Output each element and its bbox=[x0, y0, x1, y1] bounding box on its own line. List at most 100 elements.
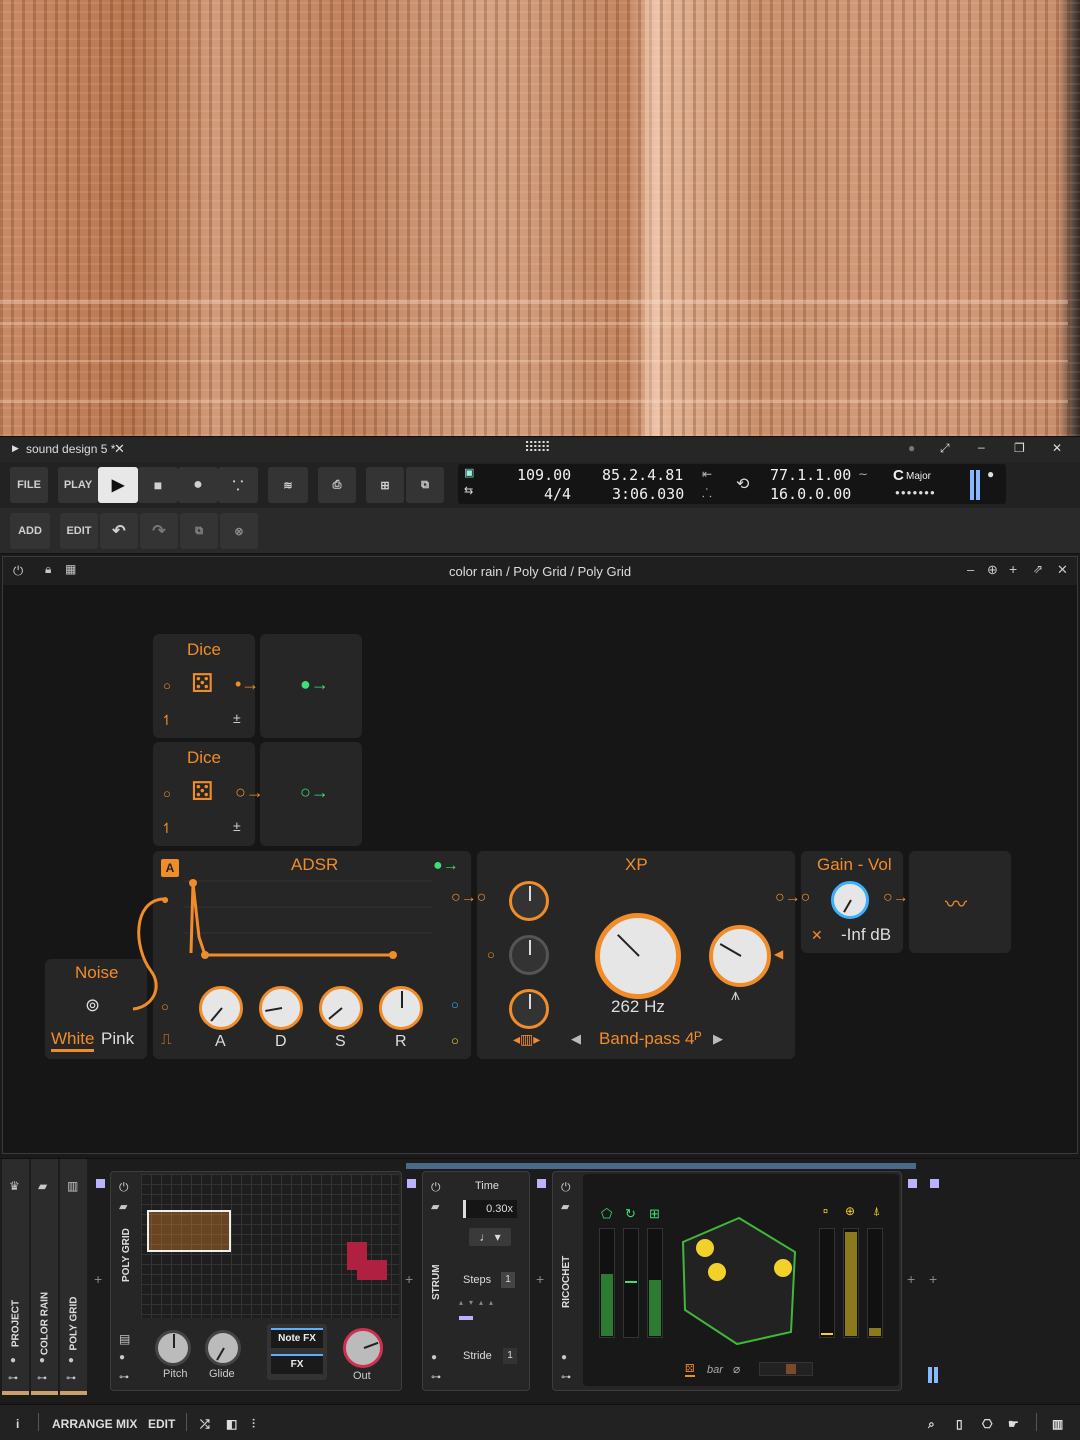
minimize-icon[interactable]: – bbox=[967, 562, 974, 577]
yellow-port-icon[interactable]: ○ bbox=[451, 1033, 459, 1048]
dice-module[interactable]: Dice ○ ⚄ ○→○ ↿ ± bbox=[153, 742, 275, 846]
yellow-slider[interactable] bbox=[867, 1228, 883, 1338]
green-send-icon[interactable]: ○→ bbox=[300, 782, 329, 803]
power-icon[interactable]: ⏻ bbox=[13, 563, 23, 579]
input-connector[interactable]: ○→○ bbox=[775, 889, 810, 907]
panel-icon[interactable]: ◧ bbox=[226, 1417, 237, 1431]
adsr-module[interactable]: A ADSR ●→ ● ○ ⎍ A D S R ○ ○ bbox=[153, 851, 471, 1059]
yellow-slider[interactable] bbox=[819, 1228, 835, 1338]
add-button[interactable]: ADD bbox=[10, 513, 50, 549]
piano-icon[interactable]: ▥ bbox=[1052, 1417, 1063, 1431]
file-button[interactable]: FILE bbox=[10, 467, 48, 503]
green-slider[interactable] bbox=[623, 1228, 639, 1338]
print-button[interactable]: ⎙ bbox=[318, 467, 356, 503]
tempo-value[interactable]: 109.00 bbox=[517, 466, 571, 484]
envelope-graph[interactable] bbox=[183, 877, 435, 963]
pin-icon[interactable]: ⍋ bbox=[873, 1204, 880, 1219]
time-signature[interactable]: 4/4 bbox=[544, 485, 571, 503]
dice-output-module[interactable]: ●→ bbox=[260, 634, 362, 738]
groove-button[interactable]: ≋ bbox=[268, 467, 308, 503]
dot-icon[interactable]: ● bbox=[908, 441, 915, 455]
time-value[interactable]: 0.30x bbox=[463, 1200, 517, 1218]
stereo-icon[interactable]: ⊚ bbox=[85, 995, 100, 1016]
popout-icon[interactable]: ⇗ bbox=[1033, 562, 1043, 576]
info-button[interactable]: i bbox=[16, 1417, 19, 1431]
undo-button[interactable]: ↶ bbox=[100, 513, 138, 549]
panel-icon[interactable]: ▤ bbox=[119, 1332, 130, 1346]
insert-marker[interactable] bbox=[96, 1179, 105, 1188]
tab-poly-grid[interactable]: ▥ POLY GRID ● ⊶ bbox=[60, 1159, 87, 1395]
hexagon-arena[interactable] bbox=[679, 1214, 809, 1350]
expand-icon[interactable]: ⤢ bbox=[940, 441, 950, 456]
overview-button[interactable]: ⧉ bbox=[406, 467, 444, 503]
pitch-knob[interactable] bbox=[155, 1330, 191, 1366]
play-button[interactable]: ▶ bbox=[98, 467, 138, 503]
attack-knob[interactable] bbox=[199, 986, 243, 1030]
position-beats[interactable]: 85.2.4.81 bbox=[602, 466, 683, 484]
insert-plus-icon[interactable]: + bbox=[405, 1271, 413, 1287]
strum-device[interactable]: ⏻ ▰ STRUM ● ⊶ Time 0.30x ♩ ▾ Steps 1 ▴▾▴… bbox=[422, 1171, 530, 1391]
input-port-icon[interactable]: ○ bbox=[487, 947, 495, 962]
edit-button[interactable]: EDIT bbox=[60, 513, 98, 549]
loop-length[interactable]: 16.0.0.00 bbox=[770, 485, 851, 503]
next-mode-icon[interactable]: ▶ bbox=[713, 1031, 723, 1047]
gain-module[interactable]: Gain - Vol ○→○ ✕ -Inf dB ○→○ bbox=[775, 851, 918, 953]
position-time[interactable]: 3:06.030 bbox=[612, 485, 684, 503]
rotate-icon[interactable]: ↻ bbox=[625, 1206, 636, 1222]
insert-plus-icon[interactable]: + bbox=[536, 1271, 544, 1287]
green-send-icon[interactable]: ●→ bbox=[300, 674, 329, 695]
record-button[interactable]: ● bbox=[178, 467, 218, 503]
close-window-icon[interactable]: ✕ bbox=[1052, 441, 1062, 455]
automation-button[interactable]: ⸪ bbox=[218, 467, 258, 503]
grid-icon[interactable]: ▦ bbox=[65, 562, 76, 576]
grid-dots-icon[interactable]: ⠿⠿⠿ bbox=[524, 439, 551, 456]
stride-value[interactable]: 1 bbox=[503, 1348, 517, 1364]
input-port-icon[interactable]: ○ bbox=[163, 786, 171, 801]
insert-marker[interactable] bbox=[407, 1179, 416, 1188]
resonance-knob[interactable] bbox=[709, 925, 771, 987]
grid-overview[interactable] bbox=[141, 1174, 399, 1318]
phase-icon[interactable]: ⌀ bbox=[733, 1362, 740, 1376]
project-tab-title[interactable]: sound design 5 * bbox=[26, 442, 115, 456]
copy-button[interactable]: ⧉ bbox=[180, 513, 218, 549]
release-knob[interactable] bbox=[379, 986, 423, 1030]
dice-icon[interactable]: ⚄ bbox=[191, 776, 214, 807]
insert-plus-icon[interactable]: + bbox=[94, 1271, 102, 1287]
key-root[interactable]: C bbox=[893, 467, 904, 484]
ricochet-device[interactable]: ⏻ ▰ RICOCHET ● ⊶ ⬠ ↻ ⊞ ¤ ⊕ ⍋ ⚄ bar ⌀ bbox=[552, 1171, 902, 1391]
dice-output-module[interactable]: ○→ bbox=[260, 742, 362, 846]
gain-value[interactable]: -Inf dB bbox=[841, 925, 891, 945]
pentagon-icon[interactable]: ⬠ bbox=[601, 1206, 612, 1222]
xp-filter-module[interactable]: XP ○→○ ○ ◂▥▸ 262 Hz ◀ Band-pass 4ᴾ ▶ ◀ ⩚ bbox=[451, 851, 795, 1059]
search-icon[interactable]: ⌕ bbox=[928, 1417, 935, 1432]
play-menu-button[interactable]: PLAY bbox=[58, 467, 98, 503]
lock-icon[interactable]: 🔒︎ bbox=[45, 562, 51, 577]
insert-marker[interactable] bbox=[908, 1179, 917, 1188]
note-fx-button[interactable]: Note FX bbox=[271, 1328, 323, 1348]
tab-color-rain[interactable]: ▰ COLOR RAIN ● ⊶ bbox=[31, 1159, 58, 1395]
stop-button[interactable]: ■ bbox=[138, 467, 178, 503]
poly-grid-device[interactable]: ⏻ ▰ POLY GRID ▤ ● ⊶ Pitch Glide Note FX … bbox=[110, 1171, 402, 1391]
zoom-icon[interactable]: ⊕ bbox=[987, 562, 998, 578]
trigger-icon[interactable]: ↿ bbox=[161, 820, 173, 837]
key-scale[interactable]: Major bbox=[906, 471, 931, 482]
device-icon[interactable]: ⎔ bbox=[982, 1417, 992, 1431]
keytrack-icon[interactable]: ◂▥▸ bbox=[513, 1031, 540, 1048]
input-port-icon[interactable]: ○ bbox=[163, 678, 171, 693]
gate-icon[interactable]: ⎍ bbox=[161, 1031, 172, 1048]
bar-label[interactable]: bar bbox=[707, 1364, 723, 1376]
chain-scroll-indicator[interactable] bbox=[406, 1163, 916, 1169]
gain-knob[interactable] bbox=[831, 881, 869, 919]
delete-button[interactable]: ⊗ bbox=[220, 513, 258, 549]
blue-port-icon[interactable]: ○ bbox=[451, 997, 459, 1012]
punch-icon[interactable]: ⇤ bbox=[702, 467, 712, 481]
metronome-icon[interactable]: ⸫ bbox=[702, 484, 712, 501]
add-track-button[interactable]: ⊞ bbox=[366, 467, 404, 503]
prev-mode-icon[interactable]: ◀ bbox=[571, 1031, 581, 1047]
edit-tab[interactable]: EDIT bbox=[148, 1417, 175, 1431]
filter-mode[interactable]: Band-pass 4ᴾ bbox=[599, 1029, 702, 1049]
close-tab-icon[interactable]: ✕ bbox=[114, 441, 125, 457]
power-icon[interactable]: ⏻ bbox=[119, 1180, 129, 1195]
mute-x-icon[interactable]: ✕ bbox=[811, 927, 823, 944]
close-icon[interactable]: ✕ bbox=[1057, 562, 1068, 578]
